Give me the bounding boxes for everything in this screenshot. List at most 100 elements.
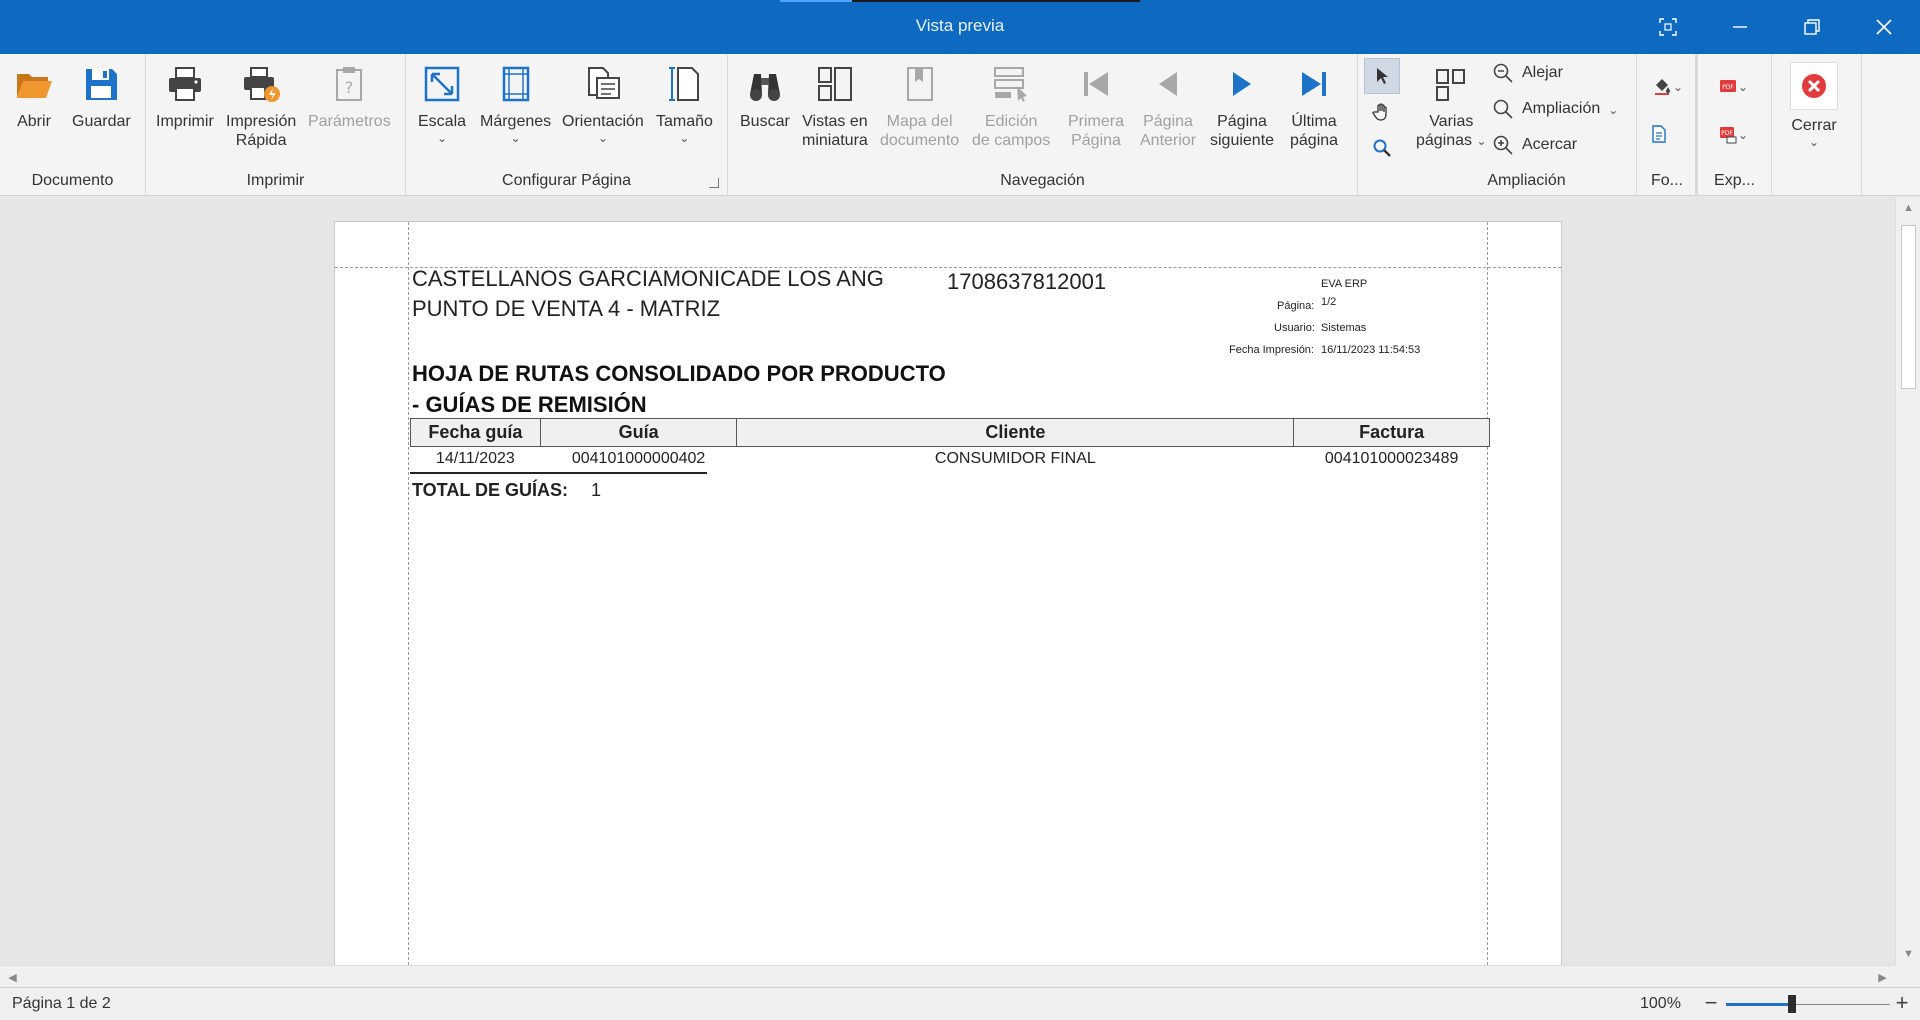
binoculars-icon <box>749 74 780 101</box>
orientacion-button[interactable]: Orientación ⌄ <box>562 62 644 145</box>
close-window-button[interactable] <box>1848 0 1920 54</box>
acercar-button[interactable]: Acercar <box>1492 134 1577 156</box>
buscar-button[interactable]: Buscar <box>740 62 790 131</box>
siguiente-line1: Página <box>1217 113 1267 130</box>
column-header-factura: Factura <box>1293 418 1490 447</box>
fullscreen-button[interactable] <box>1632 0 1704 54</box>
zoom-minus-button[interactable]: − <box>1700 990 1722 1016</box>
scroll-down-icon[interactable]: ▼ <box>1896 943 1920 965</box>
pdf-send-icon: PDF <box>1719 127 1737 144</box>
group-label-configurar: Configurar Página <box>502 172 631 189</box>
preview-canvas[interactable]: CASTELLANOS GARCIAMONICADE LOS ANG PUNTO… <box>0 197 1895 965</box>
margins-icon <box>502 66 529 102</box>
scroll-up-icon[interactable]: ▲ <box>1896 197 1920 219</box>
vertical-scrollbar[interactable]: ▲ ▼ <box>1895 197 1920 965</box>
page-size-icon <box>669 67 700 101</box>
guardar-button[interactable]: Guardar <box>72 62 131 131</box>
magnifier-tool-button[interactable] <box>1364 130 1400 166</box>
edicion-campos-button[interactable]: Edición de campos <box>972 62 1050 150</box>
clipboard-question-icon: ? <box>336 67 363 101</box>
vistas-line2: miniatura <box>802 132 868 149</box>
bookmark-page-icon <box>906 67 933 101</box>
vistas-miniatura-label: Vistas en miniatura <box>802 112 868 150</box>
report-title-line2: - GUÍAS DE REMISIÓN <box>412 392 647 417</box>
tamano-button[interactable]: Tamaño ⌄ <box>656 62 713 145</box>
export-pdf-button[interactable]: PDF ⌄ <box>1704 68 1762 104</box>
orientacion-chevron-down-icon: ⌄ <box>597 131 608 145</box>
primera-pagina-label: Primera Página <box>1068 112 1124 150</box>
edicion-campos-label: Edición de campos <box>972 112 1050 150</box>
alejar-button[interactable]: Alejar <box>1492 62 1563 84</box>
ultima-line1: Última <box>1291 113 1337 130</box>
ultima-pagina-button[interactable]: Última página <box>1290 62 1338 150</box>
column-header-cliente: Cliente <box>736 418 1295 447</box>
margin-guide-right <box>1487 222 1488 965</box>
ampliacion-label: Ampliación <box>1522 100 1601 117</box>
buscar-label: Buscar <box>740 113 790 130</box>
multiple-pages-icon <box>1436 69 1466 101</box>
orientacion-label: Orientación <box>562 113 644 130</box>
scroll-right-icon[interactable]: ▶ <box>1870 966 1895 988</box>
zoom-slider-thumb[interactable] <box>1787 995 1796 1013</box>
imprimir-button[interactable]: Imprimir <box>156 62 214 131</box>
last-page-icon <box>1302 72 1327 96</box>
impresion-rapida-line2: Rápida <box>235 132 287 149</box>
cell-cliente: CONSUMIDOR FINAL <box>934 449 1096 467</box>
export-chevron-down-icon: ⌄ <box>1737 80 1749 94</box>
scale-icon <box>424 66 460 102</box>
vistas-miniatura-button[interactable]: Vistas en miniatura <box>802 62 868 150</box>
report-page: CASTELLANOS GARCIAMONICADE LOS ANG PUNTO… <box>334 221 1562 965</box>
varias-paginas-label: Varias páginas ⌄ <box>1416 112 1487 150</box>
zoom-plus-button[interactable]: + <box>1891 990 1913 1016</box>
watermark-page-icon <box>1652 125 1666 143</box>
varias-paginas-button[interactable]: Varias páginas ⌄ <box>1416 62 1487 150</box>
impresion-rapida-label: Impresión Rápida <box>226 112 296 150</box>
pagina-anterior-button[interactable]: Página Anterior <box>1140 62 1196 150</box>
report-print-date-value: 16/11/2023 11:54:53 <box>1321 344 1421 356</box>
escala-button[interactable]: Escala ⌄ <box>418 62 466 144</box>
parametros-button[interactable]: ? Parámetros <box>308 62 391 131</box>
report-ruc: 1708637812001 <box>947 269 1107 294</box>
ampliacion-button[interactable]: Ampliación ⌄ <box>1492 98 1618 120</box>
first-page-icon <box>1084 72 1108 96</box>
page-color-chevron-down-icon: ⌄ <box>1672 80 1684 94</box>
restore-icon <box>1804 19 1820 35</box>
page-setup-dialog-launcher-icon[interactable] <box>709 178 719 188</box>
scroll-left-icon[interactable]: ◀ <box>0 966 25 988</box>
watermark-button[interactable] <box>1641 116 1677 152</box>
edicion-line1: Edición <box>984 113 1038 130</box>
primera-pagina-button[interactable]: Primera Página <box>1068 62 1124 150</box>
minimize-button[interactable] <box>1704 0 1776 54</box>
cerrar-button[interactable]: Cerrar ⌄ <box>1790 62 1838 148</box>
close-circle-icon <box>1802 74 1826 98</box>
cell-fecha-guia: 14/11/2023 <box>435 449 515 467</box>
vertical-scroll-thumb[interactable] <box>1901 225 1916 389</box>
margenes-button[interactable]: Márgenes ⌄ <box>480 62 551 144</box>
restore-button[interactable] <box>1776 0 1848 54</box>
pointer-tool-button[interactable] <box>1364 58 1400 94</box>
svg-text:PDF: PDF <box>1722 84 1734 91</box>
margin-guide-left <box>408 222 409 965</box>
minimize-icon <box>1733 26 1747 28</box>
total-guias-value: 1 <box>591 480 602 500</box>
zoom-out-icon <box>1493 63 1513 83</box>
acercar-label: Acercar <box>1522 136 1578 153</box>
page-color-button[interactable]: ⌄ <box>1641 68 1695 104</box>
group-label-navegacion: Navegación <box>1000 172 1085 189</box>
horizontal-scrollbar[interactable]: ◀ ▶ <box>0 965 1895 987</box>
mapa-line2: documento <box>880 132 960 149</box>
hand-tool-button[interactable] <box>1364 94 1400 130</box>
report-table: Fecha guía Guía Cliente Factura 14/11/20… <box>410 418 1490 471</box>
send-pdf-button[interactable]: PDF ⌄ <box>1704 116 1762 152</box>
guardar-label: Guardar <box>72 113 131 130</box>
mapa-documento-button[interactable]: Mapa del documento <box>880 62 959 150</box>
impresion-rapida-button[interactable]: Impresión Rápida <box>226 62 296 150</box>
abrir-label: Abrir <box>17 113 51 130</box>
save-icon <box>86 69 118 100</box>
abrir-button[interactable]: Abrir <box>12 62 56 131</box>
svg-text:PDF: PDF <box>1721 130 1733 137</box>
pagina-siguiente-button[interactable]: Página siguiente <box>1210 62 1274 150</box>
zoom-percentage: 100% <box>1640 995 1681 1012</box>
tamano-chevron-down-icon: ⌄ <box>679 131 690 145</box>
report-print-date-label: Fecha Impresión: <box>1229 344 1314 356</box>
